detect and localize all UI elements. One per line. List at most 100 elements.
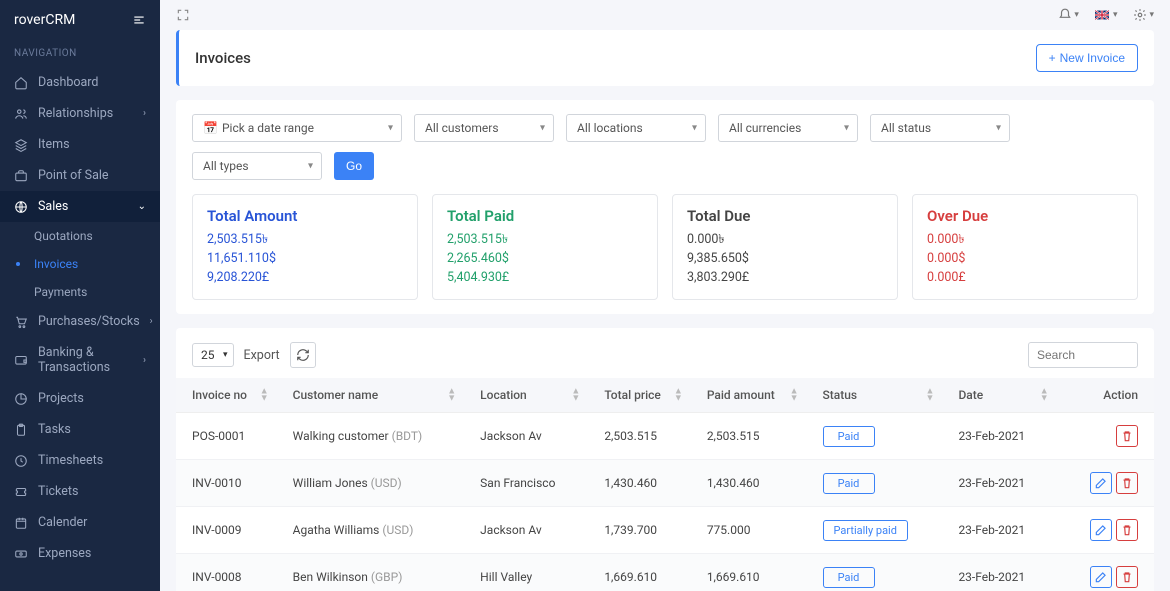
sidebar-item-projects[interactable]: Projects (0, 383, 160, 414)
sidebar-item-label: Items (38, 137, 70, 152)
sidebar-item-label: Tickets (38, 484, 78, 499)
sidebar-item-items[interactable]: Items (0, 129, 160, 160)
col-status[interactable]: Status▲▼ (807, 378, 943, 413)
sidebar-item-timesheets[interactable]: Timesheets (0, 445, 160, 476)
sidebar-item-sales[interactable]: Sales ⌄ (0, 191, 160, 222)
sidebar-item-label: Timesheets (38, 453, 103, 468)
clock-icon (14, 454, 28, 468)
edit-button[interactable] (1090, 519, 1112, 541)
language-flag[interactable]: ▾ (1095, 8, 1118, 22)
col-paid-amount[interactable]: Paid amount▲▼ (691, 378, 807, 413)
notifications-icon[interactable]: ▾ (1058, 8, 1079, 22)
sort-icon: ▲▼ (447, 389, 456, 402)
go-button[interactable]: Go (334, 152, 374, 180)
export-link[interactable]: Export (244, 348, 280, 363)
delete-button[interactable] (1116, 425, 1138, 447)
locations-select[interactable]: All locations (566, 114, 706, 142)
sidebar-sub-invoices[interactable]: Invoices (34, 250, 160, 278)
date-range-select[interactable]: 📅Pick a date range (192, 114, 402, 142)
chevron-down-icon: ⌄ (138, 201, 146, 212)
sidebar-item-relationships[interactable]: Relationships › (0, 98, 160, 129)
cell-date: 23-Feb-2021 (942, 507, 1056, 554)
sort-icon: ▲▼ (926, 389, 935, 402)
edit-button[interactable] (1090, 472, 1112, 494)
sort-icon: ▲▼ (571, 389, 580, 402)
edit-button[interactable] (1090, 566, 1112, 588)
sort-icon: ▲▼ (1040, 389, 1049, 402)
sidebar-item-dashboard[interactable]: Dashboard (0, 67, 160, 98)
sidebar-sub-quotations[interactable]: Quotations (34, 222, 160, 250)
globe-icon (14, 200, 28, 214)
cell-customer: Walking customer (BDT) (277, 413, 465, 460)
table-row: INV-0010William Jones (USD)San Francisco… (176, 460, 1154, 507)
delete-button[interactable] (1116, 566, 1138, 588)
currencies-select[interactable]: All currencies (718, 114, 858, 142)
search-input[interactable] (1028, 342, 1138, 368)
col-action: Action (1057, 378, 1154, 413)
cell-invoice-no: INV-0010 (176, 460, 277, 507)
sidebar-item-expenses[interactable]: Expenses (0, 538, 160, 569)
col-total-price[interactable]: Total price▲▼ (588, 378, 691, 413)
cell-paid: 1,430.460 (691, 460, 807, 507)
status-select[interactable]: All status (870, 114, 1010, 142)
cell-paid: 2,503.515 (691, 413, 807, 460)
calendar-icon (14, 516, 28, 530)
piechart-icon (14, 392, 28, 406)
sidebar-item-label: Relationships (38, 106, 113, 121)
users-icon (14, 107, 28, 121)
col-customer-name[interactable]: Customer name▲▼ (277, 378, 465, 413)
cell-customer: William Jones (USD) (277, 460, 465, 507)
col-location[interactable]: Location▲▼ (464, 378, 588, 413)
invoice-table: Invoice no▲▼Customer name▲▼Location▲▼Tot… (176, 378, 1154, 591)
cell-paid: 775.000 (691, 507, 807, 554)
wallet-icon (14, 353, 28, 367)
sidebar-item-point-of-sale[interactable]: Point of Sale (0, 160, 160, 191)
sidebar-item-tickets[interactable]: Tickets (0, 476, 160, 507)
stat-total-paid: Total Paid 2,503.515৳ 2,265.460$ 5,404.9… (432, 194, 658, 300)
sidebar-item-purchases-stocks[interactable]: Purchases/Stocks› (0, 306, 160, 337)
cell-actions (1057, 460, 1154, 507)
sidebar-collapse-icon[interactable] (132, 13, 146, 27)
settings-icon[interactable]: ▾ (1133, 8, 1154, 22)
sidebar-item-label: Purchases/Stocks (38, 314, 140, 329)
status-badge: Paid (823, 426, 875, 447)
sidebar-item-calender[interactable]: Calender (0, 507, 160, 538)
status-badge: Partially paid (823, 520, 908, 541)
sidebar-item-label: Expenses (38, 546, 91, 561)
status-badge: Paid (823, 567, 875, 588)
col-invoice-no[interactable]: Invoice no▲▼ (176, 378, 277, 413)
sidebar-item-label: Projects (38, 391, 84, 406)
new-invoice-button[interactable]: + New Invoice (1036, 44, 1138, 72)
cell-total: 1,669.610 (588, 554, 691, 591)
cell-invoice-no: INV-0008 (176, 554, 277, 591)
cell-location: San Francisco (464, 460, 588, 507)
cell-invoice-no: INV-0009 (176, 507, 277, 554)
sort-icon: ▲▼ (260, 389, 269, 402)
cell-actions (1057, 507, 1154, 554)
cell-actions (1057, 413, 1154, 460)
cart-icon (14, 315, 28, 329)
sidebar-sub-payments[interactable]: Payments (34, 278, 160, 306)
nav-section-title: NAVIGATION (0, 40, 160, 67)
ticket-icon (14, 485, 28, 499)
cell-location: Jackson Av (464, 413, 588, 460)
delete-button[interactable] (1116, 472, 1138, 494)
sidebar: roverCRM NAVIGATION DashboardRelationshi… (0, 0, 160, 591)
sidebar-item-label: Point of Sale (38, 168, 109, 183)
col-date[interactable]: Date▲▼ (942, 378, 1056, 413)
fullscreen-icon[interactable] (176, 8, 190, 22)
status-badge: Paid (823, 473, 875, 494)
customers-select[interactable]: All customers (414, 114, 554, 142)
cell-total: 1,430.460 (588, 460, 691, 507)
page-size-select[interactable]: 25 (192, 343, 234, 367)
delete-button[interactable] (1116, 519, 1138, 541)
sidebar-item-tasks[interactable]: Tasks (0, 414, 160, 445)
sidebar-item-label: Sales (38, 199, 68, 214)
chevron-right-icon: › (143, 108, 146, 119)
types-select[interactable]: All types (192, 152, 322, 180)
refresh-button[interactable] (290, 342, 316, 368)
topbar: ▾ ▾ ▾ (160, 0, 1170, 30)
sidebar-item-banking-transactions[interactable]: Banking & Transactions› (0, 337, 160, 383)
cell-date: 23-Feb-2021 (942, 413, 1056, 460)
briefcase-icon (14, 169, 28, 183)
